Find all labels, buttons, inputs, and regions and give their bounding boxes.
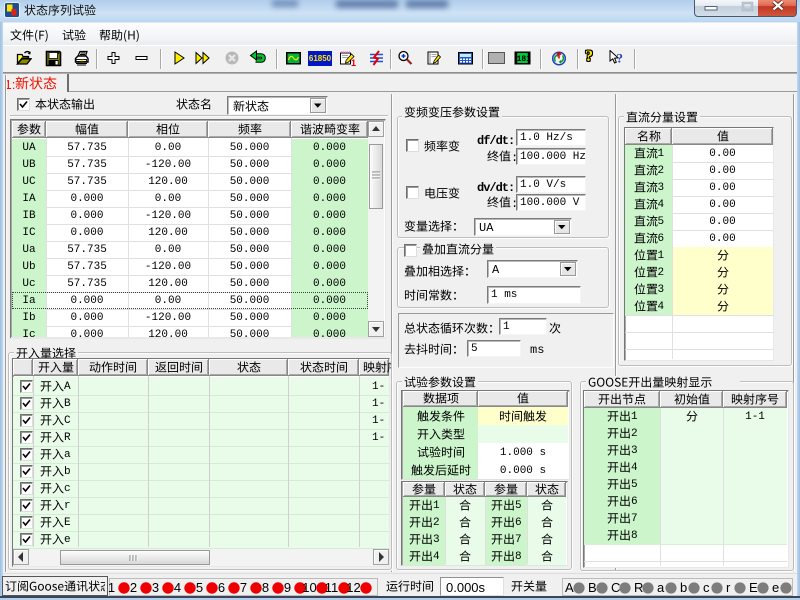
svg-text:1: 1 [351, 58, 356, 67]
svg-text:?: ? [617, 51, 624, 66]
svg-text:181: 181 [517, 55, 532, 64]
